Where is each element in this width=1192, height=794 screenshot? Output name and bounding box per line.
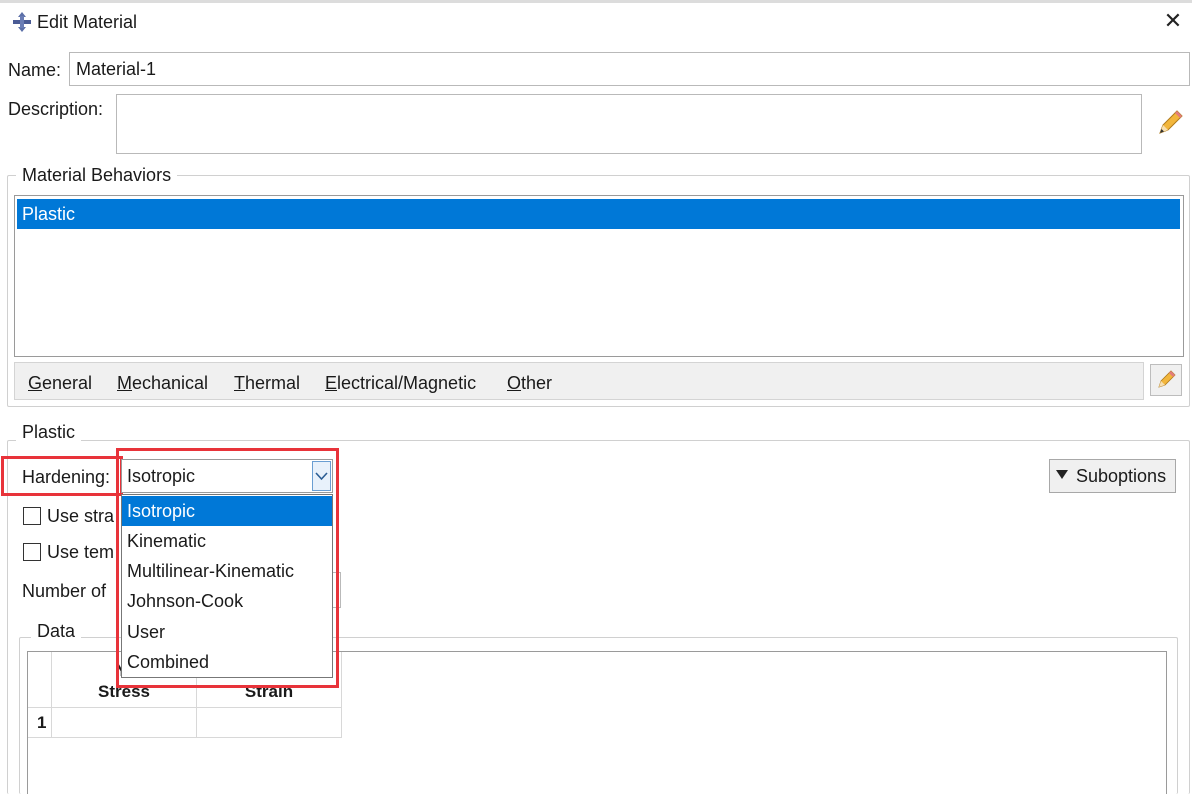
description-input[interactable] <box>116 94 1142 154</box>
suboptions-button[interactable]: Suboptions <box>1049 459 1176 493</box>
behavior-item-plastic[interactable]: Plastic <box>17 199 1180 229</box>
table-cell-stress[interactable] <box>52 708 196 737</box>
plastic-legend: Plastic <box>16 422 82 443</box>
data-legend: Data <box>31 621 82 642</box>
hardening-label-highlight <box>1 456 123 496</box>
delete-behavior-button[interactable] <box>1150 364 1182 396</box>
close-icon[interactable]: ✕ <box>1160 8 1186 34</box>
abaqus-cross-icon <box>13 12 31 32</box>
use-temperature-label: Use tem <box>47 542 115 562</box>
number-of-field-variables-label: Number of <box>22 581 107 601</box>
table-cell-strain[interactable] <box>197 708 341 737</box>
menu-thermal[interactable]: Thermal <box>234 373 300 394</box>
menu-general[interactable]: General <box>28 373 92 394</box>
title-bar <box>0 3 1192 43</box>
menu-other[interactable]: Other <box>507 373 552 394</box>
name-input[interactable] <box>69 52 1190 86</box>
table-gridline <box>28 737 342 738</box>
table-gridline <box>341 652 342 737</box>
menu-mechanical[interactable]: Mechanical <box>117 373 208 394</box>
pencil-icon[interactable] <box>1152 107 1186 141</box>
use-strain-rate-label: Use stra <box>47 506 115 526</box>
dropdown-highlight <box>116 448 339 688</box>
material-behaviors-legend: Material Behaviors <box>16 165 178 186</box>
name-label: Name: <box>8 60 62 80</box>
row-number: 1 <box>37 713 47 732</box>
eraser-pencil-icon <box>1158 370 1176 388</box>
description-label: Description: <box>8 99 104 119</box>
window-title: Edit Material <box>37 12 138 32</box>
menu-electrical-magnetic[interactable]: Electrical/Magnetic <box>325 373 476 394</box>
use-temperature-checkbox[interactable] <box>23 543 41 561</box>
triangle-down-icon <box>1056 470 1068 479</box>
use-strain-rate-checkbox[interactable] <box>23 507 41 525</box>
